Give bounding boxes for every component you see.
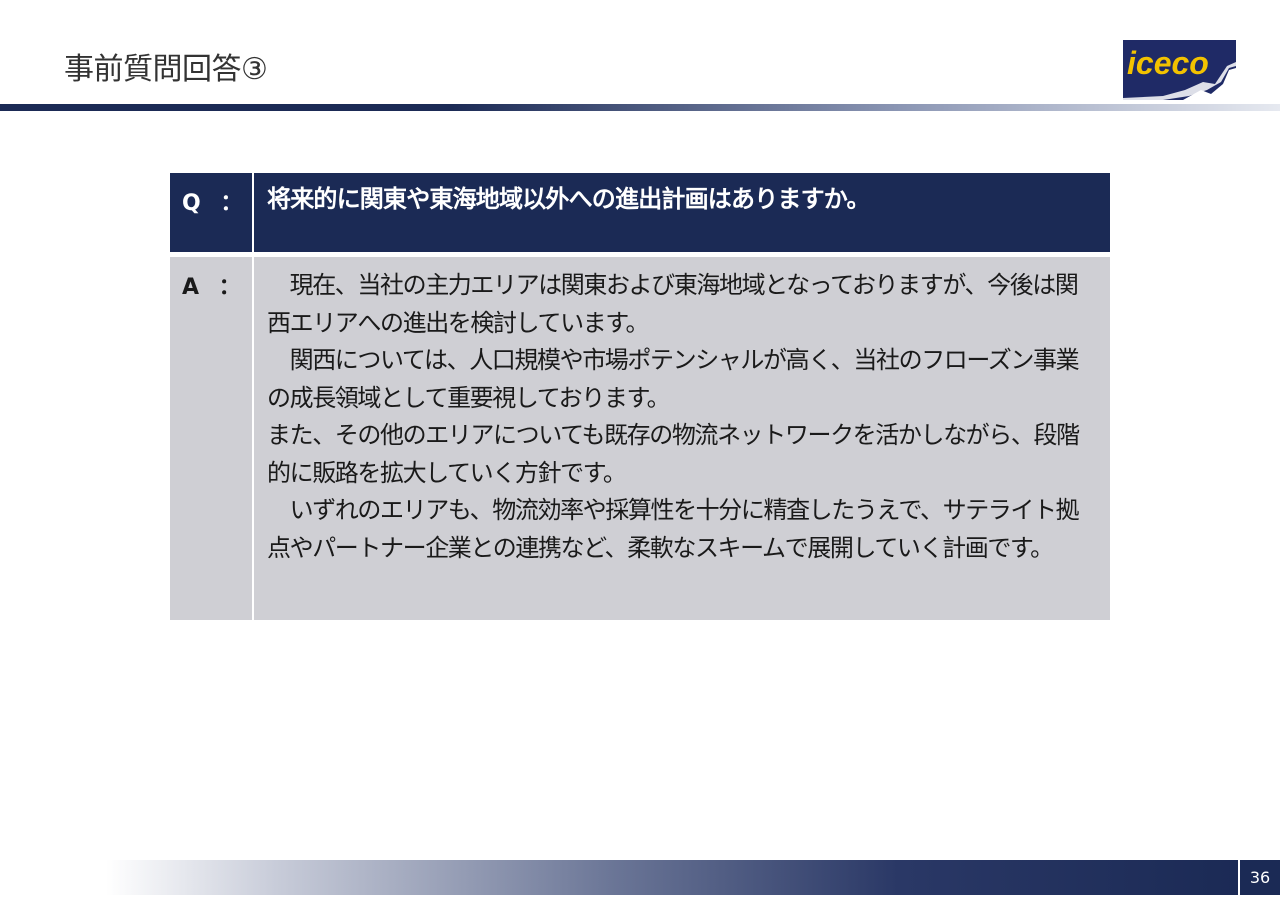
question-label: Q ： — [170, 173, 254, 252]
page-number: 36 — [1240, 860, 1280, 895]
answer-label: A ： — [170, 257, 254, 620]
company-logo: iceco — [1123, 40, 1236, 100]
answer-row: A ： 現在、当社の主力エリアは関東および東海地域となっておりますが、今後は関西… — [170, 257, 1110, 620]
title-divider — [0, 104, 1280, 111]
answer-paragraph: いずれのエリアも、物流効率や採算性を十分に精査したうえで、サテライト拠点やパート… — [267, 496, 1080, 562]
answer-paragraph: 関西については、人口規模や市場ポテンシャルが高く、当社のフローズン事業の成長領域… — [267, 346, 1080, 412]
page-title: 事前質問回答③ — [64, 52, 268, 87]
logo-text: iceco — [1127, 45, 1209, 81]
answer-paragraph: また、その他のエリアについても既存の物流ネットワークを活かしながら、段階的に販路… — [267, 421, 1080, 487]
answer-text: 現在、当社の主力エリアは関東および東海地域となっておりますが、今後は関西エリアへ… — [254, 257, 1110, 620]
question-row: Q ： 将来的に関東や東海地域以外への進出計画はありますか。 — [170, 173, 1110, 252]
footer-bar — [106, 860, 1238, 895]
question-text: 将来的に関東や東海地域以外への進出計画はありますか。 — [267, 185, 871, 213]
answer-paragraph: 現在、当社の主力エリアは関東および東海地域となっておりますが、今後は関西エリアへ… — [267, 271, 1079, 337]
qa-table: Q ： 将来的に関東や東海地域以外への進出計画はありますか。 A ： 現在、当社… — [170, 173, 1110, 620]
